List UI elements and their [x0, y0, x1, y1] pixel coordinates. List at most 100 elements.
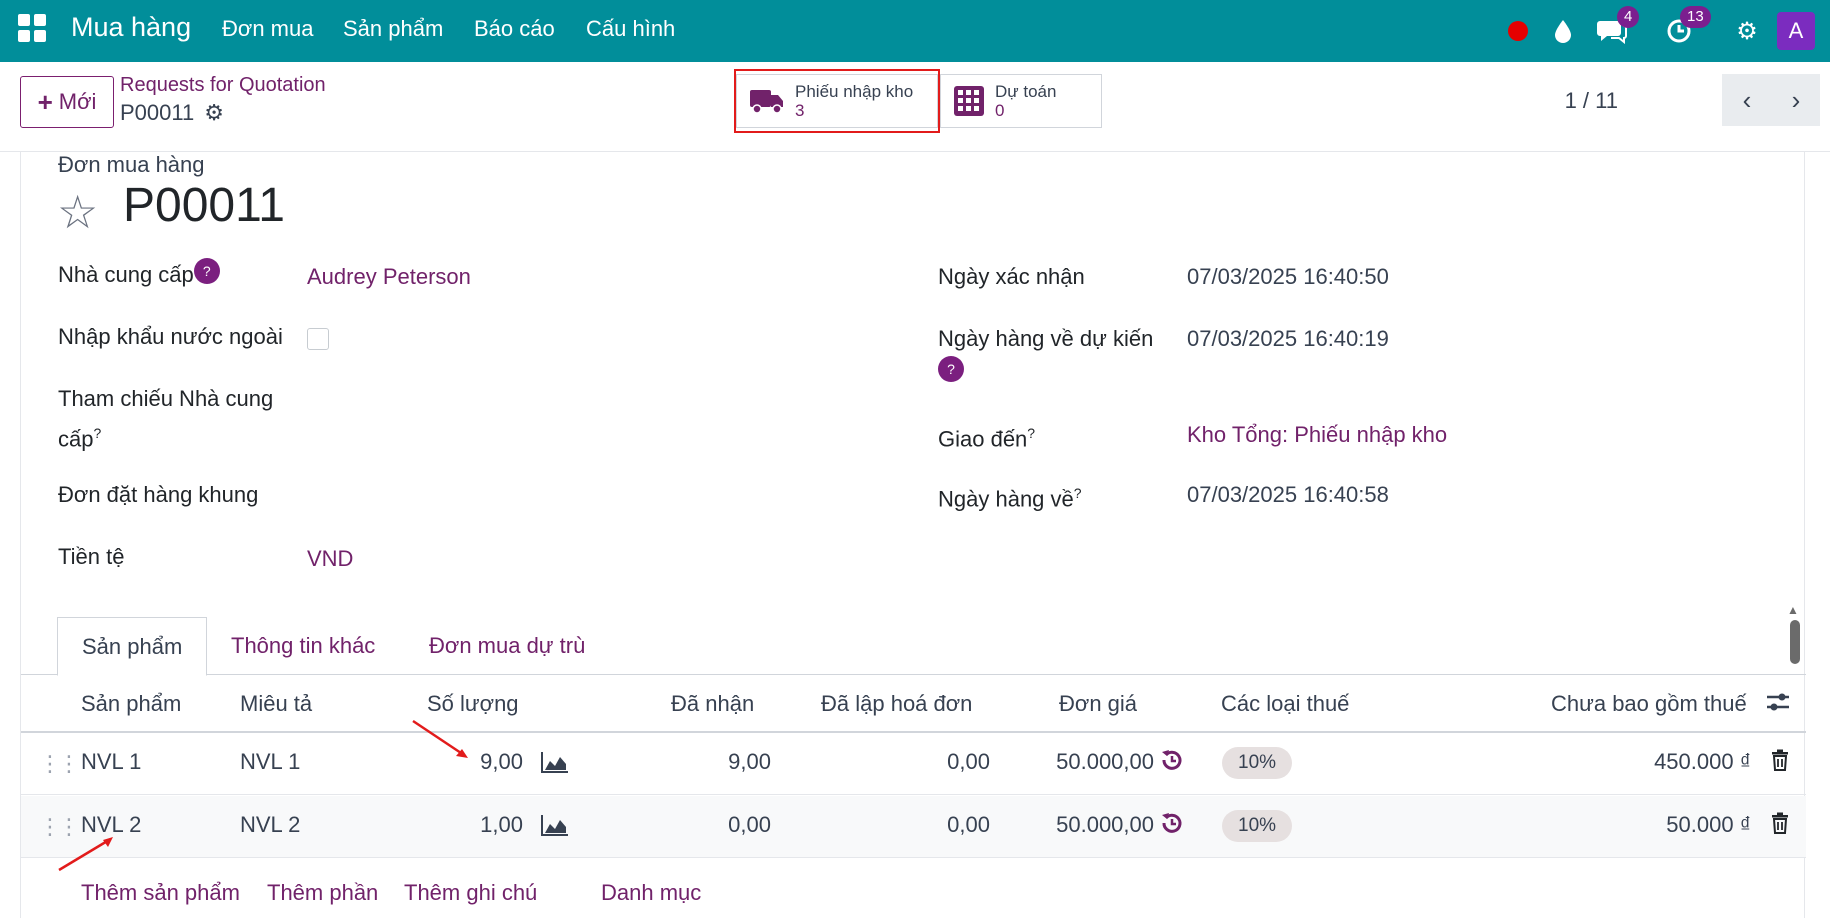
- blanket-order-label: Đơn đặt hàng khung: [58, 482, 259, 507]
- delete-trash-icon[interactable]: [1771, 749, 1789, 777]
- help-icon[interactable]: ?: [193, 258, 220, 284]
- confirmation-date-field[interactable]: 07/03/2025 16:40:50: [1187, 260, 1389, 294]
- recording-dot-icon[interactable]: [1506, 0, 1530, 62]
- tax-tag[interactable]: 10%: [1222, 810, 1293, 842]
- user-avatar[interactable]: A: [1777, 12, 1815, 50]
- tax-tag[interactable]: 10%: [1222, 747, 1293, 779]
- receipts-smart-button[interactable]: Phiếu nhập kho 3: [736, 74, 938, 128]
- scrollbar-thumb[interactable]: [1790, 620, 1800, 664]
- receipts-count: 3: [795, 101, 805, 120]
- gear-icon[interactable]: ⚙: [204, 100, 224, 126]
- star-icon[interactable]: ☆: [57, 182, 98, 242]
- expected-arrival-label: Ngày hàng về dự kiến ?: [938, 322, 1153, 390]
- optional-columns-sliders-icon[interactable]: [1766, 691, 1790, 719]
- column-header-quantity[interactable]: Số lượng: [427, 691, 519, 717]
- column-header-billed[interactable]: Đã lập hoá đơn: [821, 691, 972, 717]
- help-icon[interactable]: ?: [938, 356, 964, 382]
- deliver-to-field[interactable]: Kho Tổng: Phiếu nhập kho: [1187, 418, 1447, 452]
- cell-subtotal: 450.000 ₫: [1654, 749, 1751, 774]
- menu-reports[interactable]: Báo cáo: [474, 16, 555, 42]
- column-header-unit-price[interactable]: Đơn giá: [1059, 691, 1137, 717]
- vendor-reference-label: Tham chiếu Nhà cung cấp?: [58, 386, 274, 452]
- pager-previous-chevron-left-icon[interactable]: ‹: [1722, 74, 1772, 126]
- table-row[interactable]: ⋮⋮ NVL 2 NVL 2 1,00 0,00 0,00 50.000,00 …: [21, 796, 1806, 858]
- vendor-label: Nhà cung cấp?: [58, 258, 220, 292]
- forecast-chart-icon[interactable]: [541, 751, 569, 779]
- notebook-tabs: Sản phẩm Thông tin khác Đơn mua dự trù: [21, 617, 1806, 676]
- catalog-link[interactable]: Danh mục: [601, 880, 701, 906]
- price-history-undo-icon[interactable]: [1161, 812, 1183, 840]
- cell-product[interactable]: NVL 1: [81, 749, 141, 775]
- menu-configuration[interactable]: Cấu hình: [586, 16, 675, 42]
- document-type-label: Đơn mua hàng: [58, 152, 205, 177]
- cell-unit-price[interactable]: 50.000,00: [1056, 749, 1154, 775]
- price-history-undo-icon[interactable]: [1161, 749, 1183, 777]
- add-product-link[interactable]: Thêm sản phẩm: [81, 880, 240, 906]
- cell-received[interactable]: 0,00: [728, 812, 771, 838]
- arrival-date-label: Ngày hàng về?: [938, 485, 1082, 512]
- menu-orders[interactable]: Đơn mua: [222, 16, 313, 42]
- truck-icon: [750, 90, 783, 114]
- pager-value[interactable]: 1 / 11: [1565, 88, 1618, 114]
- order-lines-header: Sản phẩm Miêu tả Số lượng Đã nhận Đã lập…: [21, 675, 1806, 733]
- delete-trash-icon[interactable]: [1771, 812, 1789, 840]
- scroll-up-arrow-icon[interactable]: ▲: [1787, 603, 1799, 617]
- deliver-to-label: Giao đến?: [938, 425, 1036, 452]
- add-note-link[interactable]: Thêm ghi chú: [404, 880, 537, 906]
- vendor-field[interactable]: Audrey Peterson: [307, 260, 471, 294]
- new-button[interactable]: + Mới: [20, 76, 114, 128]
- app-brand[interactable]: Mua hàng: [71, 12, 191, 43]
- form-sheet: Đơn mua hàng ☆ P00011 Nhà cung cấp? Audr…: [20, 152, 1806, 918]
- cell-billed[interactable]: 0,00: [947, 812, 990, 838]
- activities-badge: 13: [1680, 6, 1711, 28]
- breadcrumb[interactable]: Requests for Quotation: [120, 74, 326, 97]
- menu-products[interactable]: Sản phẩm: [343, 16, 443, 42]
- currency-field[interactable]: VND: [307, 542, 353, 576]
- apps-menu-icon[interactable]: [18, 14, 46, 42]
- cell-quantity[interactable]: 9,00: [480, 749, 523, 775]
- column-header-taxes[interactable]: Các loại thuế: [1221, 691, 1349, 717]
- top-navbar: Mua hàng Đơn mua Sản phẩm Báo cáo Cấu hì…: [0, 0, 1830, 62]
- forecast-chart-icon[interactable]: [541, 814, 569, 842]
- receipts-label: Phiếu nhập kho: [795, 82, 914, 101]
- import-label: Nhập khẩu nước ngoài: [58, 324, 283, 349]
- calculator-icon: [954, 86, 984, 116]
- cell-billed[interactable]: 0,00: [947, 749, 990, 775]
- record-name: P00011 ⚙: [120, 100, 224, 126]
- new-button-label: Mới: [58, 89, 97, 114]
- cell-description[interactable]: NVL 2: [240, 812, 300, 838]
- column-header-received[interactable]: Đã nhận: [671, 691, 754, 717]
- cell-received[interactable]: 9,00: [728, 749, 771, 775]
- cell-product[interactable]: NVL 2: [81, 812, 141, 838]
- table-row[interactable]: ⋮⋮ NVL 1 NVL 1 9,00 9,00 0,00 50.000,00 …: [21, 733, 1806, 795]
- column-header-description[interactable]: Miêu tả: [240, 691, 312, 717]
- column-header-product[interactable]: Sản phẩm: [81, 691, 181, 717]
- messages-badge: 4: [1617, 6, 1640, 28]
- cell-unit-price[interactable]: 50.000,00: [1056, 812, 1154, 838]
- tab-other-info[interactable]: Thông tin khác: [207, 617, 399, 675]
- document-title: P00011: [123, 179, 285, 232]
- budget-smart-button[interactable]: Dự toán 0: [940, 74, 1102, 128]
- import-checkbox[interactable]: [307, 328, 329, 350]
- budget-count: 0: [995, 101, 1005, 120]
- cell-description[interactable]: NVL 1: [240, 749, 300, 775]
- add-section-link[interactable]: Thêm phần: [267, 880, 378, 906]
- control-panel: + Mới Requests for Quotation P00011 ⚙ Ph…: [0, 62, 1830, 152]
- cell-subtotal: 50.000 ₫: [1666, 812, 1751, 837]
- cell-quantity[interactable]: 1,00: [480, 812, 523, 838]
- drag-handle-icon[interactable]: ⋮⋮: [39, 814, 80, 840]
- drag-handle-icon[interactable]: ⋮⋮: [39, 751, 80, 777]
- record-name-text: P00011: [120, 100, 195, 125]
- confirmation-date-label: Ngày xác nhận: [938, 264, 1085, 289]
- expected-arrival-field[interactable]: 07/03/2025 16:40:19: [1187, 322, 1389, 356]
- tab-products[interactable]: Sản phẩm: [57, 617, 208, 676]
- column-header-subtotal[interactable]: Chưa bao gồm thuế: [1551, 691, 1747, 717]
- tab-requisition[interactable]: Đơn mua dự trù: [405, 617, 609, 675]
- drop-icon[interactable]: [1548, 0, 1578, 62]
- plus-icon: +: [37, 86, 53, 117]
- budget-label: Dự toán: [995, 82, 1057, 101]
- currency-label: Tiền tệ: [58, 544, 125, 569]
- arrival-date-field[interactable]: 07/03/2025 16:40:58: [1187, 478, 1389, 512]
- pager-next-chevron-right-icon[interactable]: ›: [1772, 74, 1820, 126]
- settings-gears-icon[interactable]: ⚙: [1730, 0, 1764, 62]
